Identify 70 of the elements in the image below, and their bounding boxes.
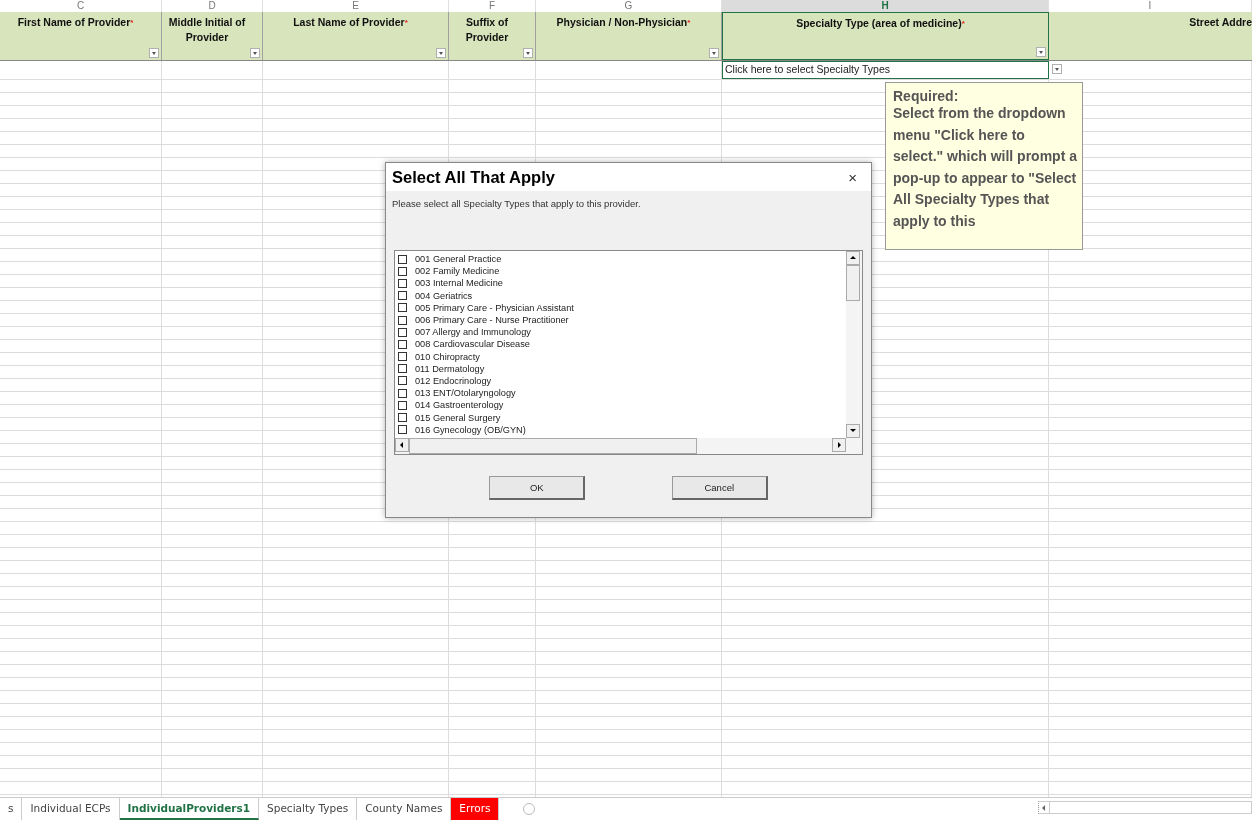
scroll-down-icon[interactable] [846, 424, 860, 438]
header-label: Last Name of Provider [293, 16, 405, 28]
option-label[interactable]: 008 Cardiovascular Disease [415, 338, 530, 351]
checkbox[interactable] [398, 339, 407, 349]
checkbox[interactable] [398, 425, 407, 435]
checkbox[interactable] [398, 327, 407, 337]
column-letter[interactable]: H [722, 0, 1049, 12]
checkbox[interactable] [398, 278, 407, 288]
required-mark: * [961, 19, 965, 28]
checkbox[interactable] [398, 352, 407, 362]
option-label[interactable]: 001 General Practice [415, 253, 502, 266]
scroll-left-icon[interactable] [395, 438, 409, 452]
header-label: Middle Initial of Provider [168, 16, 246, 43]
comment-title: Required: [893, 89, 960, 103]
checkbox[interactable] [398, 254, 407, 264]
option-label[interactable]: 003 Internal Medicine [415, 277, 503, 290]
checkbox[interactable] [398, 388, 407, 398]
header-label: Suffix of Provider [465, 16, 509, 43]
option-label[interactable]: 015 General Surgery [415, 411, 501, 424]
checkbox[interactable] [398, 315, 407, 325]
header-label: Street Addre [1189, 16, 1252, 28]
horizontal-scrollbar[interactable] [1038, 801, 1252, 814]
option-label[interactable]: 016 Gynecology (OB/GYN) [415, 423, 526, 436]
option-label[interactable]: 002 Family Medicine [415, 265, 500, 278]
filter-button[interactable] [149, 48, 159, 58]
option-label[interactable]: 014 Gastroenterology [415, 399, 504, 412]
checkbox[interactable] [398, 266, 407, 276]
scroll-thumb[interactable] [846, 265, 860, 301]
filter-button[interactable] [436, 48, 446, 58]
checkbox[interactable] [398, 364, 407, 374]
option-list[interactable] [394, 250, 863, 455]
sheet-tab[interactable]: Individual ECPs [22, 798, 120, 820]
scroll-right-icon[interactable] [832, 438, 846, 452]
comment-text: Select from the dropdown menu "Click here to select." which will prompt a pop-up to appear to "Select All Specialty Types that apply to this [893, 104, 1078, 231]
filter-button[interactable] [709, 48, 719, 58]
checkbox[interactable] [398, 291, 407, 301]
option-label[interactable]: 012 Endocrinology [415, 374, 492, 387]
dialog-title: Select All That Apply [392, 167, 556, 187]
header-label: Specialty Type (area of medicine) [796, 17, 962, 29]
checkbox[interactable] [398, 303, 407, 313]
option-label[interactable]: 004 Geriatrics [415, 289, 473, 302]
option-label[interactable]: 006 Primary Care - Nurse Practitioner [415, 314, 569, 327]
sheet-tab[interactable]: Errors [451, 798, 500, 820]
active-cell[interactable]: Click here to select Specialty Types [722, 61, 1049, 79]
checkbox[interactable] [398, 400, 407, 410]
required-mark: * [404, 18, 408, 27]
scroll-thumb[interactable] [409, 438, 697, 454]
sheet-tab[interactable]: Specialty Types [259, 798, 358, 820]
option-label[interactable]: 005 Primary Care - Physician Assistant [415, 301, 574, 314]
option-label[interactable]: 011 Dermatology [415, 362, 485, 375]
horizontal-scrollbar[interactable] [395, 438, 862, 454]
scroll-up-icon[interactable] [846, 251, 860, 265]
filter-button[interactable] [1036, 47, 1046, 57]
option-label[interactable]: 010 Chiropracty [415, 350, 480, 363]
option-label[interactable]: 007 Allergy and Immunology [415, 326, 531, 339]
filter-button[interactable] [250, 48, 260, 58]
sheet-tab[interactable]: IndividualProviders1 [119, 798, 260, 820]
checkbox[interactable] [398, 413, 407, 423]
close-button[interactable]: × [840, 168, 865, 186]
option-label[interactable]: 013 ENT/Otolaryngology [415, 387, 516, 400]
ok-button[interactable]: OK [489, 476, 586, 500]
sheet-tab[interactable]: s [0, 798, 23, 820]
vertical-scrollbar[interactable] [846, 251, 862, 438]
cancel-button[interactable]: Cancel [671, 476, 768, 500]
dialog-message: Please select all Specialty Types that apply to this provider. [391, 197, 642, 211]
required-mark: * [130, 18, 134, 27]
filter-button[interactable] [523, 48, 533, 58]
checkbox[interactable] [398, 376, 407, 386]
dropdown-button[interactable] [1052, 64, 1062, 74]
required-mark: * [687, 18, 691, 27]
